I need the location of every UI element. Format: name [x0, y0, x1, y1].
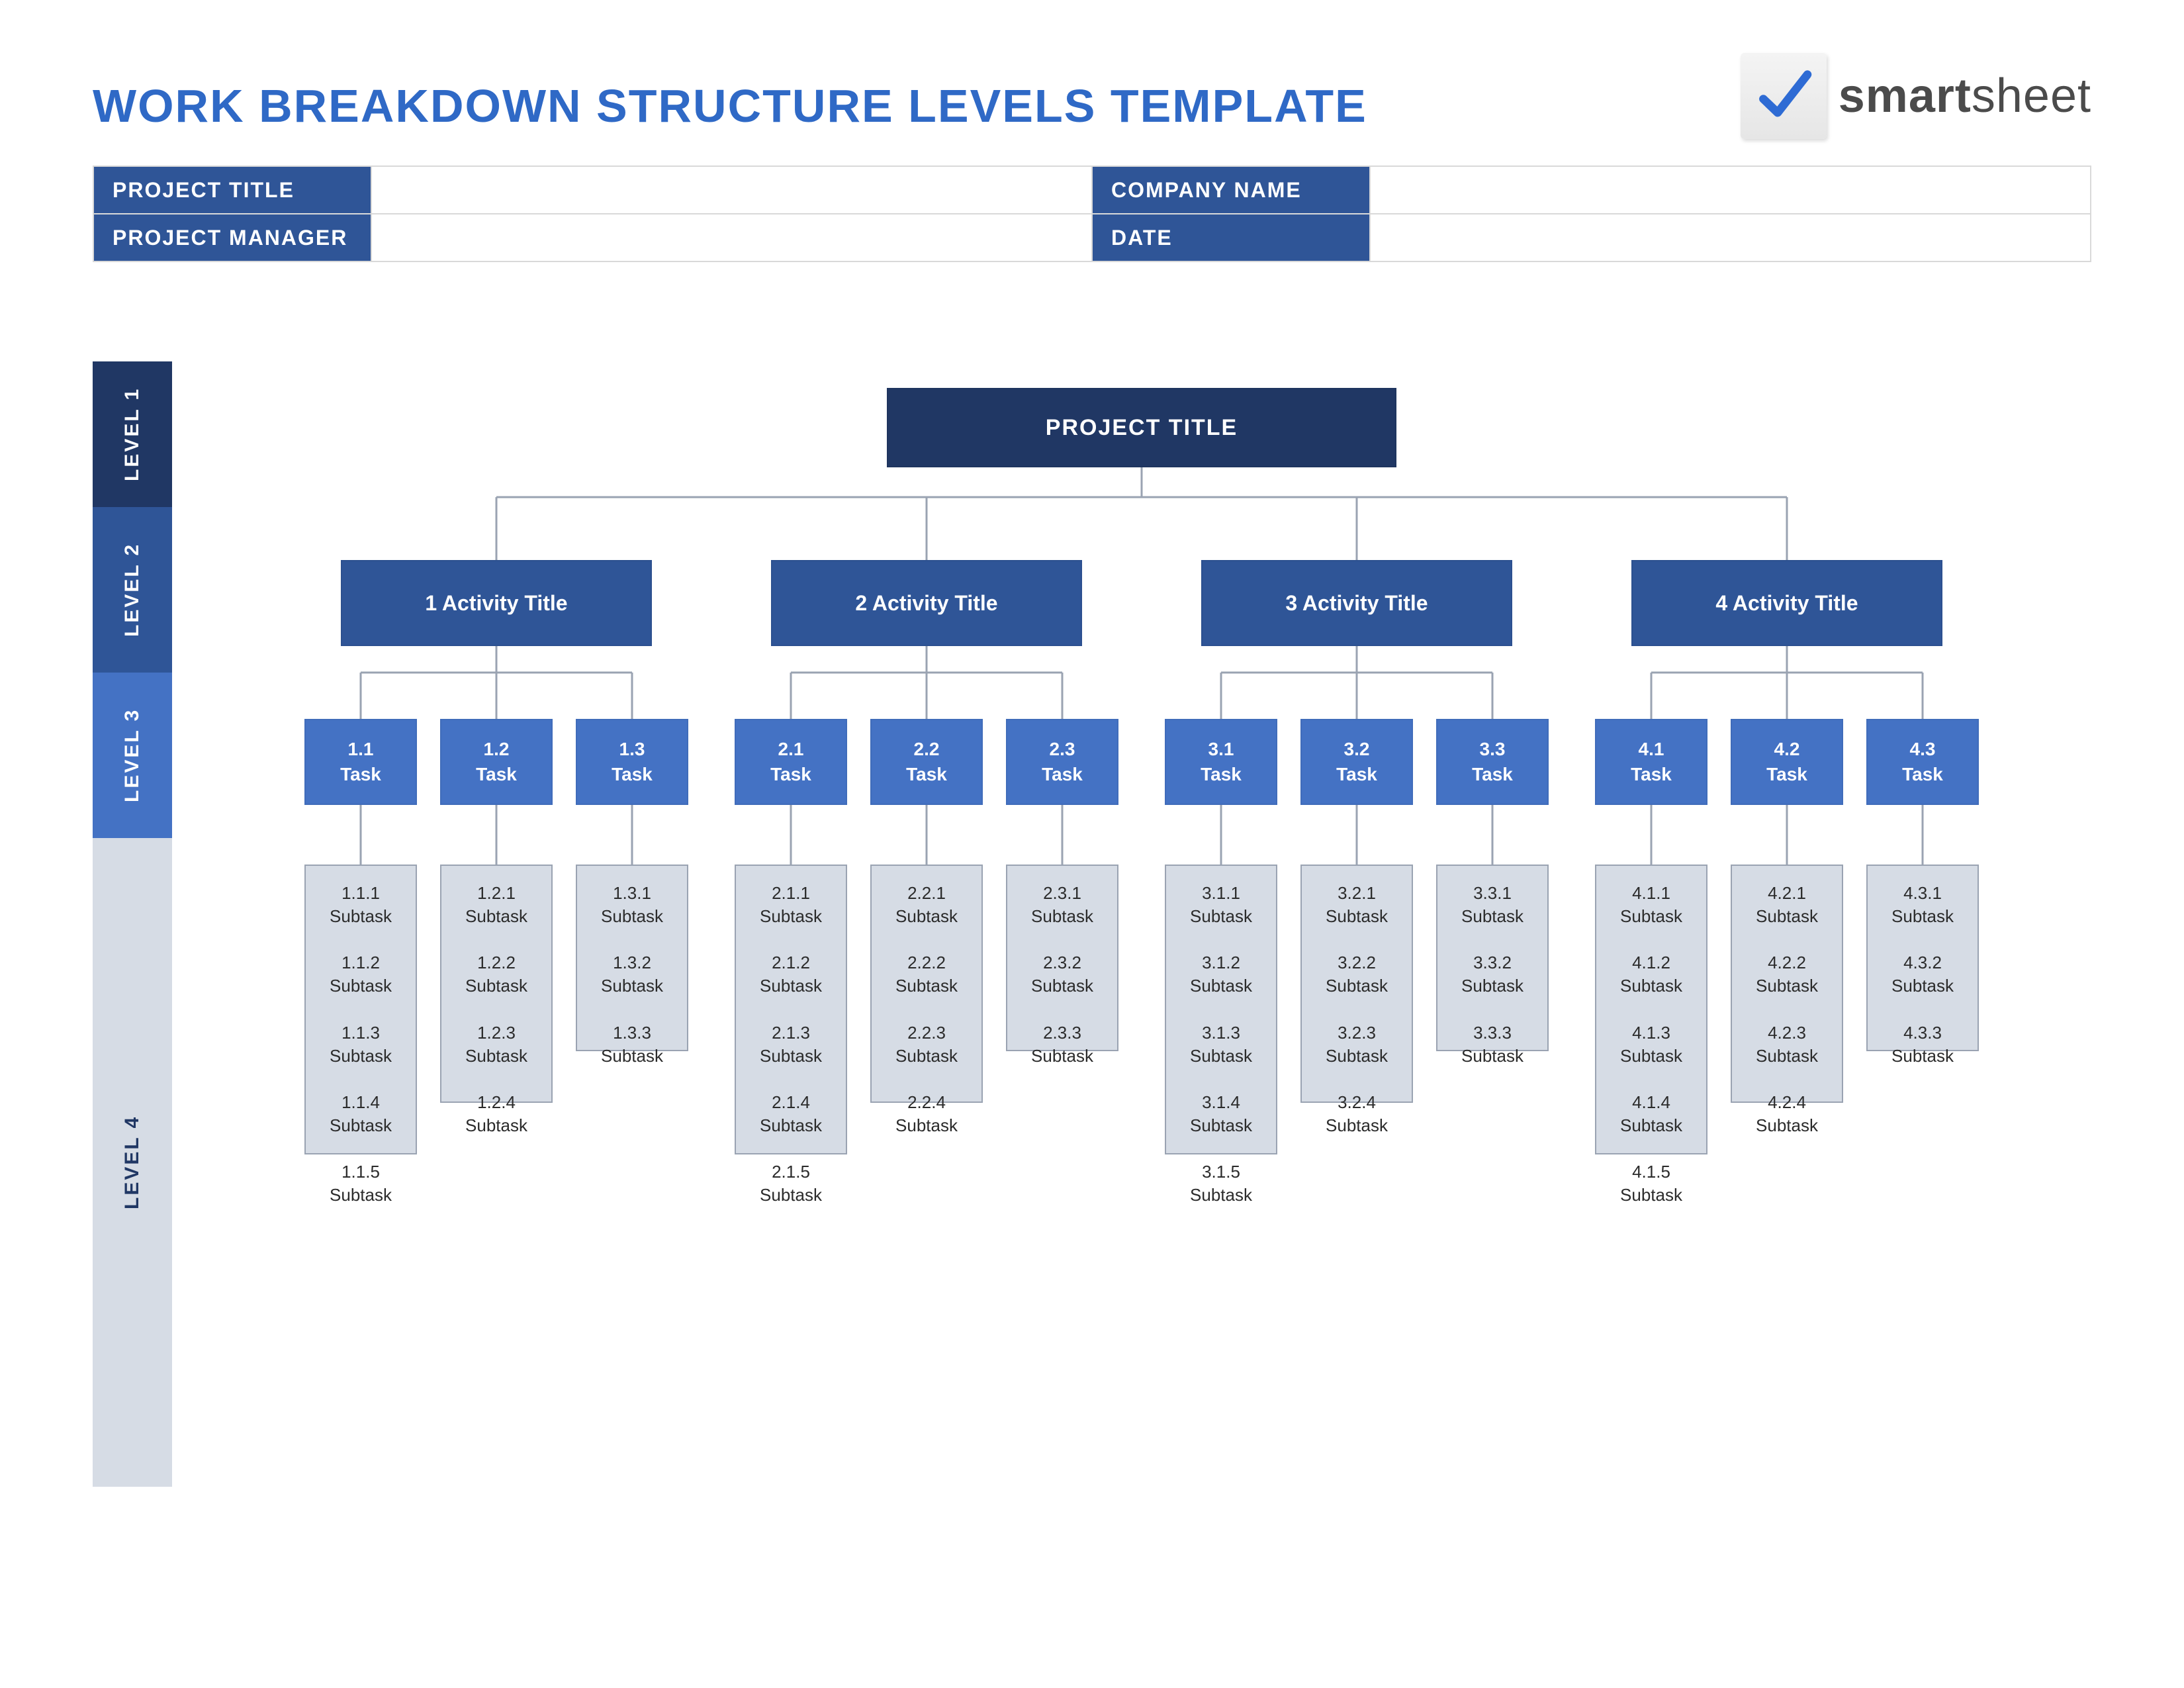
task-2-2: 2.2 Task	[870, 719, 983, 805]
date-field[interactable]	[1370, 214, 2091, 261]
task-1-3: 1.3 Task	[576, 719, 688, 805]
subtasks-1-3: 1.3.1 Subtask 1.3.2 Subtask 1.3.3 Subtas…	[576, 865, 688, 1051]
project-meta-table: PROJECT TITLE COMPANY NAME PROJECT MANAG…	[93, 165, 2091, 262]
subtasks-4-2: 4.2.1 Subtask 4.2.2 Subtask 4.2.3 Subtas…	[1731, 865, 1843, 1103]
level-1-label: LEVEL 1	[93, 361, 172, 507]
activity-3: 3 Activity Title	[1201, 560, 1512, 646]
brand-logo: smartsheet	[1741, 53, 2091, 139]
date-label: DATE	[1092, 214, 1370, 261]
task-3-3: 3.3 Task	[1436, 719, 1549, 805]
task-3-1: 3.1 Task	[1165, 719, 1277, 805]
level-2-label: LEVEL 2	[93, 507, 172, 673]
activity-1: 1 Activity Title	[341, 560, 652, 646]
project-title-field[interactable]	[371, 166, 1092, 214]
subtasks-2-3: 2.3.1 Subtask 2.3.2 Subtask 2.3.3 Subtas…	[1006, 865, 1118, 1051]
company-name-field[interactable]	[1370, 166, 2091, 214]
subtasks-3-3: 3.3.1 Subtask 3.3.2 Subtask 3.3.3 Subtas…	[1436, 865, 1549, 1051]
level-4-label: LEVEL 4	[93, 838, 172, 1487]
level-labels: LEVEL 1 LEVEL 2 LEVEL 3 LEVEL 4	[93, 361, 172, 1487]
project-title-label: PROJECT TITLE	[93, 166, 371, 214]
project-manager-label: PROJECT MANAGER	[93, 214, 371, 261]
task-1-2: 1.2 Task	[440, 719, 553, 805]
task-4-3: 4.3 Task	[1866, 719, 1979, 805]
subtasks-1-2: 1.2.1 Subtask 1.2.2 Subtask 1.2.3 Subtas…	[440, 865, 553, 1103]
project-manager-field[interactable]	[371, 214, 1092, 261]
task-4-1: 4.1 Task	[1595, 719, 1707, 805]
company-name-label: COMPANY NAME	[1092, 166, 1370, 214]
subtasks-2-1: 2.1.1 Subtask 2.1.2 Subtask 2.1.3 Subtas…	[735, 865, 847, 1154]
task-3-2: 3.2 Task	[1300, 719, 1413, 805]
checkmark-icon	[1741, 53, 1827, 139]
activity-2: 2 Activity Title	[771, 560, 1082, 646]
task-4-2: 4.2 Task	[1731, 719, 1843, 805]
wbs-tree: PROJECT TITLE 1 Activity Title 1.1 Task 1.1…	[192, 361, 2091, 1487]
task-2-1: 2.1 Task	[735, 719, 847, 805]
subtasks-4-1: 4.1.1 Subtask 4.1.2 Subtask 4.1.3 Subtas…	[1595, 865, 1707, 1154]
subtasks-3-2: 3.2.1 Subtask 3.2.2 Subtask 3.2.3 Subtas…	[1300, 865, 1413, 1103]
task-1-1: 1.1 Task	[304, 719, 417, 805]
page-title: WORK BREAKDOWN STRUCTURE LEVELS TEMPLATE	[93, 79, 1367, 132]
root-project-title: PROJECT TITLE	[887, 388, 1396, 467]
activity-4: 4 Activity Title	[1631, 560, 1942, 646]
subtasks-1-1: 1.1.1 Subtask 1.1.2 Subtask 1.1.3 Subtas…	[304, 865, 417, 1154]
level-3-label: LEVEL 3	[93, 673, 172, 838]
subtasks-2-2: 2.2.1 Subtask 2.2.2 Subtask 2.2.3 Subtas…	[870, 865, 983, 1103]
subtasks-3-1: 3.1.1 Subtask 3.1.2 Subtask 3.1.3 Subtas…	[1165, 865, 1277, 1154]
subtasks-4-3: 4.3.1 Subtask 4.3.2 Subtask 4.3.3 Subtas…	[1866, 865, 1979, 1051]
task-2-3: 2.3 Task	[1006, 719, 1118, 805]
brand-text: smartsheet	[1839, 69, 2091, 123]
